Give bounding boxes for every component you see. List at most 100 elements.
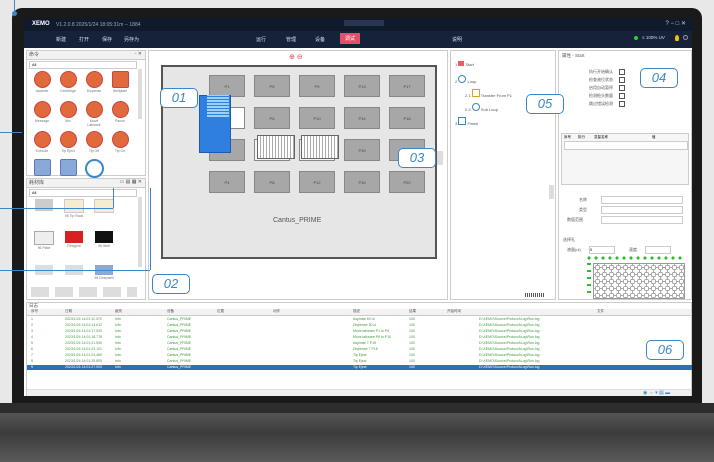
close-icon[interactable]: ▫ ✕ bbox=[135, 51, 142, 57]
menu-save-as[interactable]: 另存为 bbox=[124, 36, 139, 43]
tile-mix[interactable]: Mix bbox=[57, 101, 79, 127]
checkbox[interactable] bbox=[619, 85, 625, 91]
deck-position[interactable]: P18 bbox=[389, 107, 425, 129]
deck-position[interactable]: P12 bbox=[299, 171, 335, 193]
log-row[interactable]: 2 2023/1/24 14:01:13.612 Info Cantus_PRIME D… bbox=[27, 323, 692, 328]
labware-scrollbar[interactable] bbox=[138, 197, 142, 267]
tile-extra-1[interactable] bbox=[31, 159, 53, 176]
tile-move-labware[interactable]: Move Labware bbox=[83, 101, 105, 127]
log-row[interactable]: 5 2023/1/24 14:01:21.540 Info Cantus_PRIME A… bbox=[27, 341, 692, 346]
tile-tip-off[interactable]: Tip Off bbox=[83, 131, 105, 157]
log-row[interactable]: 7 2023/1/24 14:01:24.460 Info Cantus_PRIME T… bbox=[27, 353, 692, 358]
plate-icon bbox=[94, 199, 114, 213]
log-row[interactable]: 1 2023/1/24 14:01:11.370 Info Cantus_PRIME A… bbox=[27, 317, 692, 322]
tile-extra-2[interactable] bbox=[57, 159, 79, 176]
deck-position[interactable]: P5 bbox=[254, 75, 290, 97]
leader-line bbox=[113, 188, 114, 208]
variable-row[interactable] bbox=[564, 141, 688, 150]
menu-new[interactable]: 新建 bbox=[56, 36, 66, 43]
log-row[interactable]: 3 2023/1/24 14:01:17.920 Info Cantus_PRIME M… bbox=[27, 329, 692, 334]
log-cell: D:\XEMO\Source\Protocol\Log\Run.log bbox=[479, 341, 540, 345]
tray-icons[interactable]: ◉ ⇔ ▾ ▤ ▬ bbox=[643, 390, 670, 396]
deck-position[interactable]: P8 bbox=[254, 171, 290, 193]
window-controls-icon[interactable]: ? − □ ✕ bbox=[666, 20, 687, 27]
tile-pause[interactable]: Pause bbox=[109, 101, 131, 127]
command-scrollbar[interactable] bbox=[138, 69, 142, 119]
labware-tile-6[interactable]: 96 Well bbox=[93, 231, 115, 257]
tile-tip-eject[interactable]: Tip Eject bbox=[57, 131, 79, 157]
protocol-step[interactable]: 2.2 Sub Loop bbox=[465, 103, 498, 112]
deck-position[interactable]: P14 bbox=[344, 107, 380, 129]
deck-position[interactable]: P13 bbox=[344, 75, 380, 97]
menu-save[interactable]: 保存 bbox=[102, 36, 112, 43]
checkbox[interactable] bbox=[619, 69, 625, 75]
tile-extra-3[interactable] bbox=[83, 159, 105, 178]
log-cell: Info bbox=[115, 365, 121, 369]
well-selector-grid[interactable] bbox=[593, 263, 685, 299]
name-input[interactable] bbox=[601, 196, 683, 204]
tab-debug[interactable]: 调试 bbox=[340, 33, 361, 44]
labware-tile-4[interactable]: 96 Plate bbox=[33, 231, 55, 257]
log-cell: Cantus_PRIME bbox=[167, 365, 192, 369]
deck-position[interactable]: P20 bbox=[389, 171, 425, 193]
settings-icon[interactable] bbox=[683, 35, 688, 40]
log-row[interactable]: 9 2023/1/24 14:01:27.003 Info Cantus_PRIME T… bbox=[27, 365, 692, 370]
tab-run[interactable]: 运行 bbox=[256, 36, 266, 43]
labware-tile-1[interactable] bbox=[33, 199, 55, 225]
collapse-handle[interactable] bbox=[549, 185, 554, 199]
message-icon bbox=[33, 101, 51, 118]
labware-tile-5[interactable]: Reagent bbox=[63, 231, 85, 257]
deck-position[interactable]: P4 bbox=[209, 171, 245, 193]
bulb-icon[interactable] bbox=[675, 35, 679, 41]
plate-labware[interactable] bbox=[301, 135, 339, 159]
tile-centrifuge[interactable]: Centrifuge bbox=[57, 71, 79, 97]
log-row[interactable]: 8 2023/1/24 14:01:25.805 Info Cantus_PRIME T… bbox=[27, 359, 692, 364]
tile-execute[interactable]: Execute bbox=[31, 131, 53, 157]
range-input[interactable] bbox=[601, 216, 683, 224]
labware-tile-2[interactable]: 96 Tip Rack bbox=[63, 199, 85, 225]
dispense-icon bbox=[85, 71, 103, 88]
property-check-label: 启用自动暂停 bbox=[589, 85, 613, 90]
protocol-step[interactable]: 1 Start bbox=[455, 61, 474, 67]
zoom-icons[interactable]: ⊕ ⊖ bbox=[289, 53, 303, 61]
tile-tip-on[interactable]: Tip On bbox=[109, 131, 131, 157]
tile-aspirate[interactable]: Aspirate bbox=[31, 71, 53, 97]
log-cell: 100 bbox=[409, 341, 415, 345]
deck-position[interactable]: P15 bbox=[344, 139, 380, 161]
tile-dispense[interactable]: Dispense bbox=[83, 71, 105, 97]
deck-position[interactable]: P17 bbox=[389, 75, 425, 97]
log-cell: Info bbox=[115, 341, 121, 345]
log-cell: Info bbox=[115, 323, 121, 327]
labware-filter-select[interactable]: All bbox=[29, 189, 137, 197]
tile-message[interactable]: Message bbox=[31, 101, 53, 127]
log-row[interactable]: 6 2023/1/24 14:01:23.101 Info Cantus_PRIME D… bbox=[27, 347, 692, 352]
type-input[interactable] bbox=[601, 206, 683, 214]
tab-help[interactable]: 说明 bbox=[452, 36, 462, 43]
command-filter-select[interactable]: All bbox=[29, 61, 137, 69]
deck-position[interactable]: P16 bbox=[344, 171, 380, 193]
protocol-step[interactable]: 2.1 Transfer From P1 bbox=[465, 89, 512, 98]
volume-input[interactable]: 0 bbox=[589, 246, 615, 254]
protocol-step[interactable]: 3 Finish bbox=[455, 117, 478, 126]
collapse-right-handle[interactable] bbox=[437, 151, 443, 165]
speed-input[interactable] bbox=[645, 246, 671, 254]
plate-labware[interactable] bbox=[257, 135, 295, 159]
protocol-step[interactable]: 2 Loop bbox=[455, 75, 476, 84]
log-row[interactable]: 4 2023/1/24 14:01:18.778 Info Cantus_PRIME M… bbox=[27, 335, 692, 340]
deck-position[interactable]: P9 bbox=[299, 75, 335, 97]
tile-wellplate[interactable]: Wellplate bbox=[109, 71, 131, 97]
tab-device[interactable]: 设备 bbox=[315, 36, 325, 43]
log-rows: 1 2023/1/24 14:01:11.370 Info Cantus_PRIME A… bbox=[27, 317, 692, 377]
panel-tools-icon[interactable]: ▭ ▤ ▦ ✕ bbox=[119, 179, 142, 185]
tip-rack-wells bbox=[207, 95, 229, 117]
labware-tile-3[interactable] bbox=[93, 199, 115, 225]
deck-position[interactable]: P6 bbox=[254, 107, 290, 129]
menu-open[interactable]: 打开 bbox=[79, 36, 89, 43]
ruler bbox=[525, 293, 545, 297]
deck-position[interactable]: P1 bbox=[209, 75, 245, 97]
checkbox[interactable] bbox=[619, 93, 625, 99]
checkbox[interactable] bbox=[619, 77, 625, 83]
deck-position[interactable]: P10 bbox=[299, 107, 335, 129]
checkbox[interactable] bbox=[619, 101, 625, 107]
tab-manage[interactable]: 管理 bbox=[286, 36, 296, 43]
